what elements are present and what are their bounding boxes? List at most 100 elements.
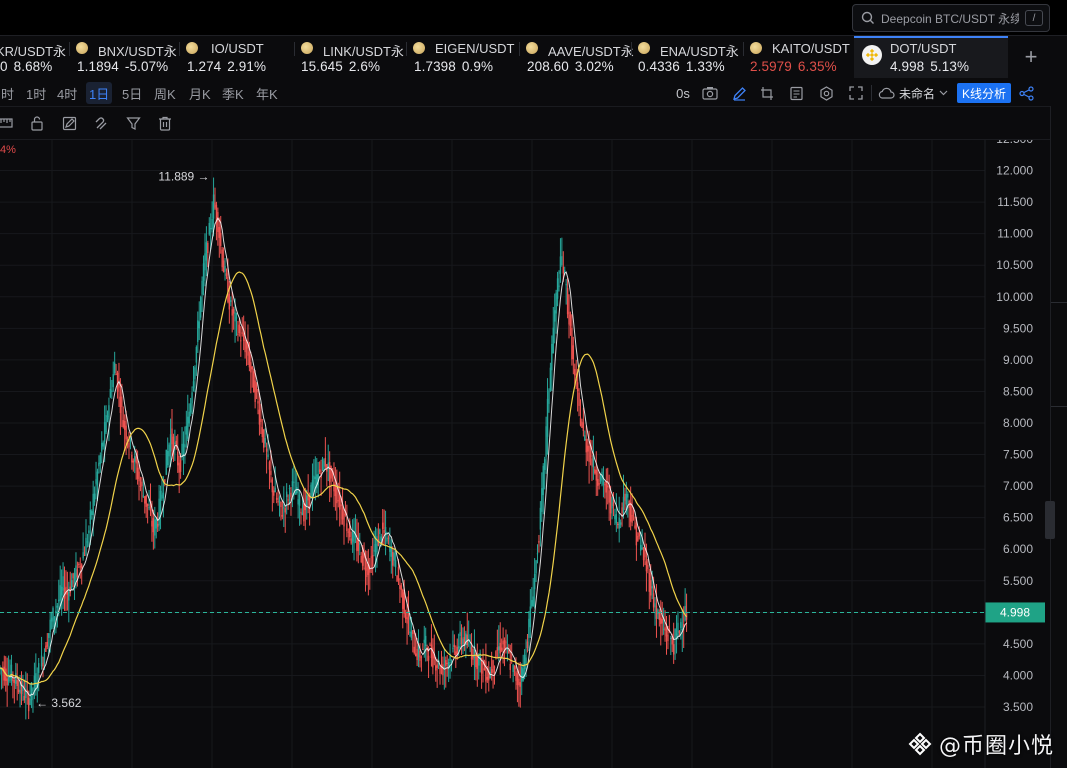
candle-body <box>241 332 243 334</box>
replay-seconds[interactable]: 0s <box>672 82 694 104</box>
candle-body <box>297 499 299 505</box>
candle-body <box>655 605 658 619</box>
search-box[interactable]: Deepcoin BTC/USDT 永续 / <box>852 4 1050 32</box>
candle-body <box>141 481 143 487</box>
lock-icon[interactable] <box>28 114 46 132</box>
pencil-icon[interactable] <box>729 82 749 104</box>
ticker-tab-kaito[interactable]: KAITO/USDT 2.5979 6.35% <box>744 36 854 78</box>
crop-icon[interactable] <box>757 82 777 104</box>
ticker-change: 8.68% <box>13 59 53 74</box>
ticker-tab-eigen[interactable]: EIGEN/USDT 1.7398 0.9% <box>407 36 520 78</box>
candlestick-chart[interactable]: 12.500 12.000 11.500 11.000 10.500 10.000 9.50… <box>0 132 1050 768</box>
layout-selector[interactable]: 未命名 <box>877 82 949 104</box>
candle-body <box>543 459 546 470</box>
candle-body <box>677 622 679 636</box>
candle-body <box>298 494 301 506</box>
candle-body <box>102 442 104 447</box>
candle-body <box>516 673 519 686</box>
add-tab-button[interactable]: + <box>1012 36 1050 78</box>
ticker-tab-kr[interactable]: KR/USDT永 0 8.68% <box>0 36 70 78</box>
candle-body <box>199 297 202 318</box>
candle-body <box>419 650 421 661</box>
candle-body <box>50 617 53 622</box>
candle-body <box>627 493 629 498</box>
ticker-tab-dot[interactable]: DOT/USDT 4.998 5.13% <box>854 36 1008 78</box>
candle-body <box>155 518 157 529</box>
interval-1d[interactable]: 1日 <box>86 82 113 104</box>
candle-body <box>43 653 46 664</box>
candle-body <box>413 646 415 654</box>
price-chart[interactable]: 12.500 12.000 11.500 11.000 10.500 10.000 9.50… <box>0 132 1050 768</box>
interval-1h[interactable]: 1时 <box>23 82 49 104</box>
candle-body <box>76 569 79 578</box>
coin-icon <box>750 42 762 54</box>
candle-body <box>574 369 576 376</box>
candle-body <box>27 697 30 712</box>
watermark: @币圈小悦 <box>907 728 1054 760</box>
price-axis-tick-label: 10.000 <box>996 290 1033 304</box>
fullscreen-icon[interactable] <box>846 82 866 104</box>
current-price-label: 4.998 <box>1000 605 1030 619</box>
drawing-toolbar <box>0 106 1050 140</box>
candle-body <box>382 522 384 530</box>
share-icon[interactable] <box>1016 82 1036 104</box>
low-price-label: ← 3.562 <box>36 696 82 710</box>
candle-body <box>615 514 618 524</box>
candle-body <box>6 678 8 686</box>
candle-body <box>49 619 51 633</box>
edit-icon[interactable] <box>60 114 78 132</box>
candle-body <box>93 493 96 503</box>
candle-body <box>290 492 292 497</box>
candle-body <box>145 495 147 507</box>
candle-body <box>144 496 146 504</box>
top-bar: Deepcoin BTC/USDT 永续 / <box>0 0 1067 36</box>
candle-body <box>270 470 272 475</box>
candle-body <box>589 455 592 457</box>
candle-body <box>654 603 656 607</box>
interval-quarter[interactable]: 季K <box>219 82 247 104</box>
candle-body <box>227 276 229 302</box>
candle-body <box>343 511 345 527</box>
ticker-tab-link[interactable]: LINK/USDT永 15.645 2.6% <box>295 36 407 78</box>
candle-body <box>347 531 349 533</box>
candle-body <box>311 480 314 496</box>
camera-icon[interactable] <box>700 82 720 104</box>
ticker-tab-bnx[interactable]: BNX/USDT永 1.1894 -5.07% <box>70 36 180 78</box>
filter-icon[interactable] <box>124 114 142 132</box>
candle-body <box>442 664 444 676</box>
kline-analysis-button[interactable]: K线分析 <box>957 83 1012 103</box>
trash-icon[interactable] <box>156 114 174 132</box>
candle-body <box>318 469 321 473</box>
interval-month[interactable]: 月K <box>186 82 214 104</box>
interval-toolbar: 时 1时 4时 1日 5日 周K 月K 季K 年K 0s 未命名 K线分析 <box>0 78 1050 106</box>
candle-body <box>445 660 447 666</box>
magnet-icon[interactable] <box>92 114 110 132</box>
document-icon[interactable] <box>786 82 806 104</box>
candle-body <box>245 341 248 349</box>
candle-body <box>449 656 451 661</box>
candle-body <box>412 630 414 634</box>
candle-body <box>231 309 233 316</box>
candle-body <box>161 494 163 499</box>
measure-icon[interactable] <box>0 114 14 132</box>
candle-body <box>584 435 586 441</box>
candle-body <box>604 484 606 486</box>
interval-week[interactable]: 周K <box>151 82 179 104</box>
ticker-tab-io[interactable]: IO/USDT 1.274 2.91% <box>180 36 295 78</box>
candle-body <box>167 451 169 466</box>
interval-hour[interactable]: 时 <box>0 82 17 104</box>
candle-body <box>283 507 285 509</box>
ticker-tab-ena[interactable]: ENA/USDT永 0.4336 1.33% <box>632 36 744 78</box>
panel-collapse-handle[interactable] <box>1045 501 1055 539</box>
candle-body <box>470 647 473 660</box>
gear-icon[interactable] <box>816 82 836 104</box>
interval-4h[interactable]: 4时 <box>54 82 80 104</box>
interval-year[interactable]: 年K <box>253 82 281 104</box>
ticker-tab-aave[interactable]: AAVE/USDT永 208.60 3.02% <box>520 36 634 78</box>
candle-body <box>60 586 63 596</box>
candle-body <box>103 422 106 442</box>
candle-body <box>69 586 71 593</box>
interval-5d[interactable]: 5日 <box>119 82 145 104</box>
candle-body <box>522 668 524 681</box>
candle-body <box>521 666 523 682</box>
